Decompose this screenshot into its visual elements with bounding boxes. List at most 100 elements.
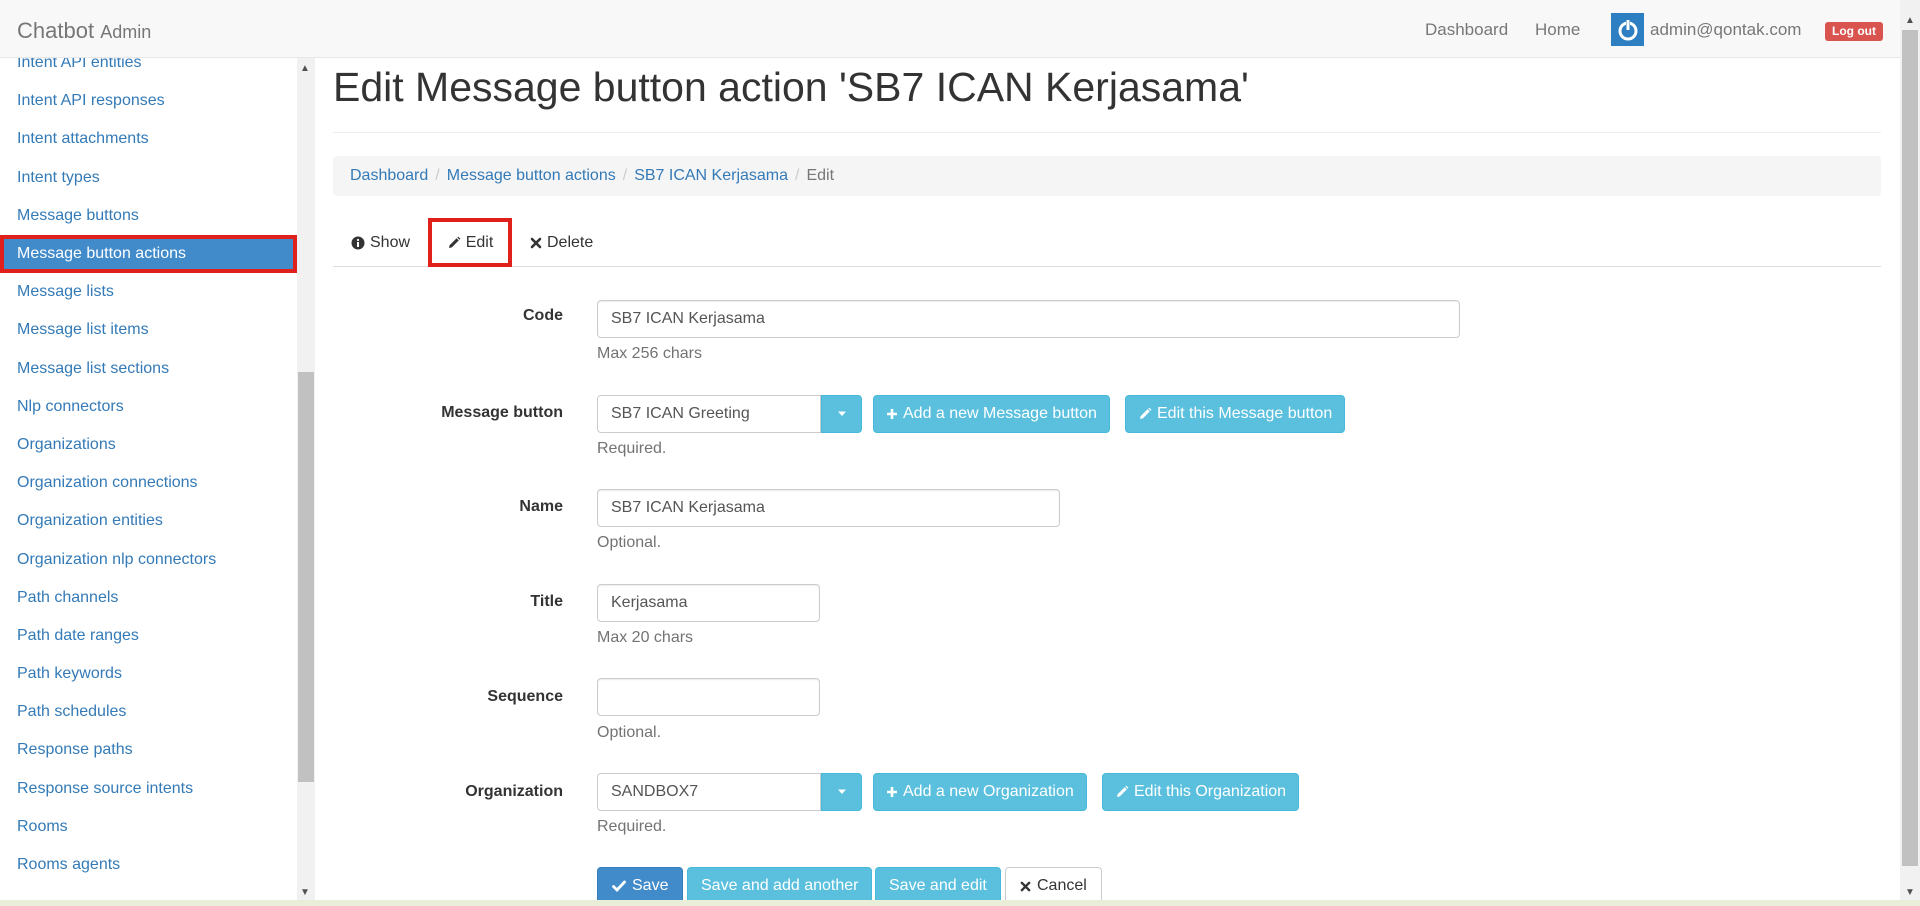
cancel-label: Cancel (1037, 877, 1087, 894)
organization-label: Organization (465, 783, 563, 800)
edit-organization-button[interactable]: Edit this Organization (1102, 773, 1300, 811)
brand-logo[interactable]: Chatbot Admin (17, 18, 151, 44)
sidebar-item-nlp-connectors[interactable]: Nlp connectors (0, 388, 297, 426)
nav-home-link[interactable]: Home (1535, 20, 1580, 40)
sequence-label: Sequence (487, 688, 563, 705)
name-label: Name (519, 498, 563, 515)
add-message-button-label: Add a new Message button (903, 405, 1097, 422)
code-input[interactable] (597, 300, 1460, 338)
organization-select[interactable]: SANDBOX7 (597, 773, 821, 811)
page-scroll-up-icon[interactable]: ▲ (1905, 16, 1915, 26)
sidebar-item-message-list-sections[interactable]: Message list sections (0, 350, 297, 388)
sidebar-item-path-schedules[interactable]: Path schedules (0, 693, 297, 731)
sidebar-item-response-paths[interactable]: Response paths (0, 731, 297, 769)
organization-help: Required. (597, 818, 667, 835)
title-divider (333, 132, 1881, 133)
bottom-strip (0, 900, 1920, 906)
tab-delete-label: Delete (547, 233, 594, 251)
tab-show-label: Show (370, 233, 411, 251)
organization-dropdown-toggle[interactable] (821, 773, 862, 811)
sidebar-item-intent-types[interactable]: Intent types (0, 159, 297, 197)
breadcrumb-message-button-actions[interactable]: Message button actions (447, 167, 616, 185)
tab-show[interactable]: Show (351, 218, 410, 267)
add-organization-button[interactable]: Add a new Organization (873, 773, 1087, 811)
sequence-help: Optional. (597, 724, 662, 741)
sidebar-item-organization-connections[interactable]: Organization connections (0, 464, 297, 502)
sidebar-item-message-button-actions[interactable]: Message button actions (0, 234, 297, 274)
sidebar-item-response-source-intents[interactable]: Response source intents (0, 770, 297, 808)
pencil-icon (1140, 407, 1152, 419)
check-icon (612, 880, 626, 892)
save-label: Save (632, 877, 669, 894)
breadcrumb-record[interactable]: SB7 ICAN Kerjasama (634, 167, 788, 185)
sidebar-scrollbar-thumb[interactable] (298, 372, 314, 782)
message-button-label: Message button (441, 404, 563, 421)
save-and-edit-label: Save and edit (889, 877, 987, 894)
edit-message-button-label: Edit this Message button (1157, 405, 1333, 422)
plus-icon (887, 787, 897, 797)
sidebar-item-path-keywords[interactable]: Path keywords (0, 655, 297, 693)
add-organization-label: Add a new Organization (903, 783, 1074, 800)
sidebar-item-organization-nlp-connectors[interactable]: Organization nlp connectors (0, 540, 297, 578)
sidebar-item-organization-entities[interactable]: Organization entities (0, 502, 297, 540)
nav-dashboard-link[interactable]: Dashboard (1425, 20, 1508, 40)
message-button-select[interactable]: SB7 ICAN Greeting (597, 395, 821, 433)
sidebar-item-rooms[interactable]: Rooms (0, 808, 297, 846)
add-message-button-button[interactable]: Add a new Message button (873, 395, 1110, 433)
tab-delete[interactable]: Delete (530, 218, 593, 267)
pencil-icon (448, 236, 461, 248)
close-icon (530, 237, 542, 248)
title-input[interactable] (597, 584, 820, 622)
brand-sub: Admin (100, 22, 152, 42)
sidebar-item-rooms-agents[interactable]: Rooms agents (0, 846, 297, 884)
sidebar-scroll-down-icon[interactable]: ▼ (300, 888, 310, 898)
caret-down-icon (837, 411, 846, 416)
user-email[interactable]: admin@qontak.com (1650, 20, 1801, 40)
breadcrumb-current: Edit (806, 167, 835, 184)
sequence-input[interactable] (597, 678, 820, 716)
save-and-add-another-label: Save and add another (701, 877, 859, 894)
tab-edit-label: Edit (465, 233, 494, 251)
power-icon (1618, 19, 1637, 40)
breadcrumb-separator: / (435, 167, 440, 184)
page-title: Edit Message button action 'SB7 ICAN Ker… (333, 64, 1249, 110)
sidebar-item-path-channels[interactable]: Path channels (0, 579, 297, 617)
message-button-help: Required. (597, 440, 667, 457)
info-icon (351, 236, 365, 249)
sidebar: Intent API entities Intent API responses I… (0, 58, 297, 900)
pencil-icon (1117, 785, 1129, 797)
sidebar-item-message-lists[interactable]: Message lists (0, 273, 297, 311)
tab-edit[interactable]: Edit (428, 218, 512, 267)
name-input[interactable] (597, 489, 1060, 527)
sidebar-item-intent-api-entities[interactable]: Intent API entities (0, 58, 297, 82)
breadcrumb-separator: / (795, 167, 800, 184)
close-icon (1020, 881, 1031, 891)
caret-down-icon (837, 789, 846, 794)
logout-button[interactable]: Log out (1825, 22, 1883, 41)
sidebar-scroll-up-icon[interactable]: ▲ (300, 64, 310, 74)
sidebar-list: Intent API entities Intent API responses I… (0, 58, 297, 884)
sidebar-item-intent-attachments[interactable]: Intent attachments (0, 120, 297, 158)
title-label: Title (530, 593, 563, 610)
top-navbar: Chatbot Admin Dashboard Home admin@qonta… (0, 0, 1900, 58)
sidebar-item-path-date-ranges[interactable]: Path date ranges (0, 617, 297, 655)
action-tabs: Show Edit Delete (333, 218, 1881, 267)
edit-organization-label: Edit this Organization (1134, 783, 1287, 800)
breadcrumb-dashboard[interactable]: Dashboard (350, 167, 428, 185)
message-button-dropdown-toggle[interactable] (821, 395, 862, 433)
breadcrumb-separator: / (622, 167, 628, 184)
brand-name: Chatbot (17, 18, 95, 43)
title-help: Max 20 chars (597, 629, 694, 646)
code-help: Max 256 chars (597, 345, 702, 362)
page-scroll-down-icon[interactable]: ▼ (1905, 888, 1915, 898)
breadcrumb: Dashboard / Message button actions / SB7… (333, 156, 1881, 196)
avatar[interactable] (1611, 13, 1644, 46)
sidebar-item-intent-api-responses[interactable]: Intent API responses (0, 82, 297, 120)
sidebar-item-organizations[interactable]: Organizations (0, 426, 297, 464)
sidebar-item-message-buttons[interactable]: Message buttons (0, 197, 297, 235)
edit-message-button-button[interactable]: Edit this Message button (1125, 395, 1346, 433)
sidebar-item-message-list-items[interactable]: Message list items (0, 311, 297, 349)
page-scrollbar-thumb[interactable] (1902, 30, 1918, 866)
plus-icon (887, 409, 897, 419)
name-help: Optional. (597, 534, 662, 551)
